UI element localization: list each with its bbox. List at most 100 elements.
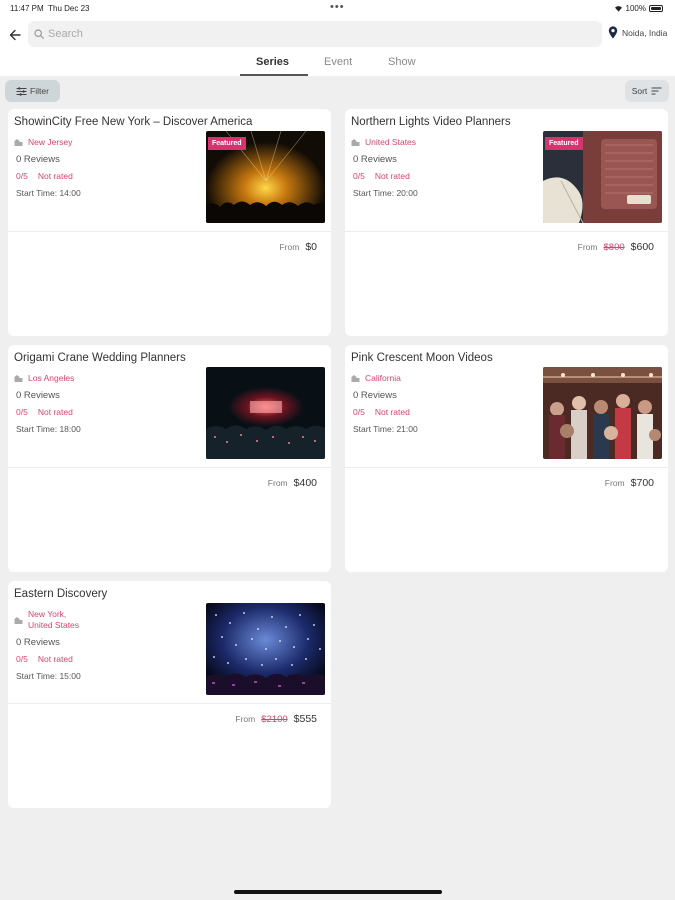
listing-start-time: Start Time: 18:00 (16, 424, 81, 434)
building-icon (14, 139, 23, 146)
tab-series[interactable]: Series (256, 56, 289, 68)
listing-card[interactable]: Eastern Discovery New York, United State… (8, 581, 331, 808)
search-bar[interactable] (28, 21, 602, 47)
listing-rating-label: Not rated (37, 407, 73, 417)
price-current: $700 (630, 477, 654, 489)
listing-card[interactable]: Pink Crescent Moon Videos California 0 R… (345, 345, 668, 572)
price-current: $400 (293, 477, 317, 489)
location-label: Noida, India (622, 27, 668, 38)
listing-card[interactable]: ShowinCity Free New York – Discover Amer… (8, 109, 331, 336)
listing-reviews[interactable]: 0 Reviews (16, 637, 210, 648)
category-tabs: Series Event Show (0, 54, 675, 76)
listing-location: Los Angeles (28, 373, 75, 383)
listing-start-time: Start Time: 14:00 (16, 188, 81, 198)
listing-title: ShowinCity Free New York – Discover Amer… (14, 116, 253, 128)
listing-image[interactable] (206, 367, 325, 459)
price-row: From $400 (268, 477, 317, 489)
price-row: From $0 (279, 241, 317, 253)
filter-sliders-icon (16, 86, 27, 96)
price-current: $555 (293, 713, 317, 725)
wifi-icon (614, 6, 622, 12)
featured-badge: Featured (208, 137, 246, 150)
status-bar: 11:47 PM Thu Dec 23 ••• 100% (0, 0, 675, 16)
tab-show[interactable]: Show (388, 56, 416, 68)
confetti-concert-image (206, 603, 325, 695)
back-arrow-icon (9, 29, 21, 41)
search-icon (34, 29, 44, 39)
building-icon (14, 375, 23, 382)
card-divider (8, 231, 331, 232)
price-from-label: From (577, 242, 598, 252)
listing-title: Eastern Discovery (14, 588, 108, 600)
listing-image[interactable] (206, 603, 325, 695)
building-icon (351, 375, 360, 382)
price-row: From $700 (605, 477, 654, 489)
party-crowd-image (543, 367, 662, 459)
listing-rating: 0/5 (353, 171, 365, 181)
listing-rating-label: Not rated (37, 171, 73, 181)
listing-start-time: Start Time: 21:00 (353, 424, 418, 434)
listing-start-time: Start Time: 20:00 (353, 188, 418, 198)
building-icon (351, 139, 360, 146)
listing-reviews[interactable]: 0 Reviews (353, 154, 547, 165)
price-from-label: From (235, 714, 256, 724)
featured-badge: Featured (545, 137, 583, 150)
status-time: 11:47 PM (10, 4, 44, 13)
status-date: Thu Dec 23 (48, 4, 90, 13)
price-from-label: From (604, 478, 625, 488)
listing-location: United States (365, 137, 417, 147)
battery-icon (649, 5, 663, 12)
card-divider (8, 467, 331, 468)
listing-rating-label: Not rated (374, 407, 410, 417)
tab-event[interactable]: Event (324, 56, 352, 68)
listing-title: Origami Crane Wedding Planners (14, 352, 186, 364)
price-from-label: From (279, 242, 300, 252)
concert-crowd-image (206, 367, 325, 459)
listing-rating: 0/5 (353, 407, 365, 417)
listing-reviews[interactable]: 0 Reviews (16, 390, 210, 401)
listing-rating: 0/5 (16, 407, 28, 417)
card-divider (345, 467, 668, 468)
price-row: From $800 $600 (578, 241, 654, 253)
building-icon (14, 617, 23, 624)
location-pin-icon (608, 26, 618, 39)
price-current: $600 (630, 241, 654, 253)
back-button[interactable] (6, 26, 24, 44)
listing-image[interactable] (543, 367, 662, 459)
listing-rating: 0/5 (16, 654, 28, 664)
listing-image[interactable]: Featured (543, 131, 662, 223)
sort-lines-icon (651, 87, 662, 95)
price-original: $2100 (261, 714, 288, 725)
sort-label: Sort (631, 86, 648, 96)
listing-title: Northern Lights Video Planners (351, 116, 511, 128)
search-input[interactable] (48, 28, 548, 40)
listing-location: New York, United States (28, 609, 80, 630)
listing-image[interactable]: Featured (206, 131, 325, 223)
filter-button[interactable]: Filter (5, 80, 60, 102)
listing-start-time: Start Time: 15:00 (16, 671, 81, 681)
home-indicator[interactable] (234, 890, 442, 894)
location-selector[interactable]: Noida, India (608, 26, 667, 39)
header: Noida, India Series Event Show (0, 16, 675, 76)
listing-title: Pink Crescent Moon Videos (351, 352, 493, 364)
sort-button[interactable]: Sort (625, 80, 669, 102)
toolbar: Filter Sort (0, 76, 675, 106)
listing-rating-label: Not rated (374, 171, 410, 181)
listing-location: California (365, 373, 401, 383)
card-divider (345, 231, 668, 232)
multitask-dots-icon[interactable]: ••• (330, 1, 345, 13)
listing-card[interactable]: Origami Crane Wedding Planners Los Angel… (8, 345, 331, 572)
listing-location: New Jersey (28, 137, 73, 147)
listing-reviews[interactable]: 0 Reviews (353, 390, 547, 401)
filter-label: Filter (30, 86, 49, 96)
listing-reviews[interactable]: 0 Reviews (16, 154, 210, 165)
battery-percent: 100% (625, 4, 646, 13)
listing-rating-label: Not rated (37, 654, 73, 664)
listing-card[interactable]: Northern Lights Video Planners United St… (345, 109, 668, 336)
price-current: $0 (305, 241, 317, 253)
price-original: $800 (603, 242, 625, 253)
listing-rating: 0/5 (16, 171, 28, 181)
card-divider (8, 703, 331, 704)
price-from-label: From (267, 478, 288, 488)
price-row: From $2100 $555 (235, 713, 317, 725)
